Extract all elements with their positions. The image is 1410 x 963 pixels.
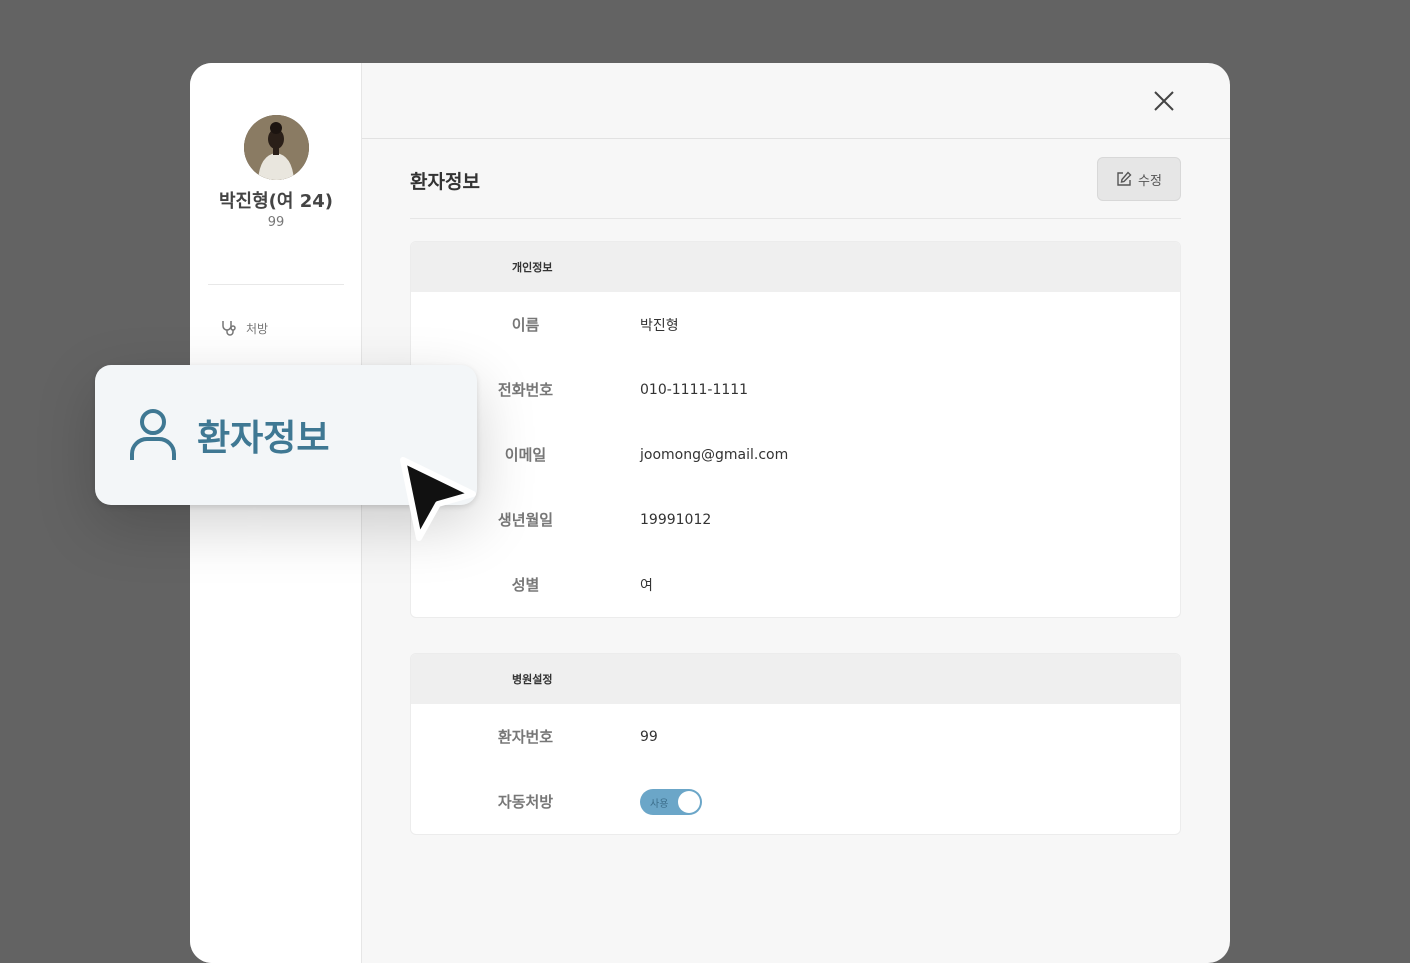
toggle-knob xyxy=(678,790,700,813)
sidebar-divider xyxy=(208,284,344,285)
stethoscope-icon xyxy=(222,321,236,336)
row-label: 성별 xyxy=(511,576,540,594)
hospital-settings-card: 병원설정 환자번호 99 자동처방 사용 xyxy=(410,653,1181,835)
main-panel: 환자정보 수정 개인정보 이름 박진형 전화번호 010-1111-1111 이… xyxy=(362,63,1230,963)
page-title: 환자정보 xyxy=(410,171,480,193)
edit-icon xyxy=(1117,171,1132,186)
patient-number: 99 xyxy=(267,215,285,230)
row-value: joomong@gmail.com xyxy=(640,446,789,463)
row-value: 010-1111-1111 xyxy=(640,381,749,398)
row-value: 박진형 xyxy=(640,317,679,334)
top-bar xyxy=(362,63,1230,139)
row-value: 99 xyxy=(640,728,658,745)
sidebar-item-label: 처방 xyxy=(246,321,269,336)
pointer-cursor-icon xyxy=(400,457,476,541)
info-row-gender: 성별 여 xyxy=(411,552,1180,617)
settings-row-auto-prescription: 자동처방 사용 xyxy=(411,769,1180,834)
auto-prescription-toggle[interactable]: 사용 xyxy=(640,788,702,815)
patient-name: 박진형(여 24) xyxy=(218,191,333,212)
info-row-email: 이메일 joomong@gmail.com xyxy=(411,422,1180,487)
toggle-text: 사용 xyxy=(650,798,669,810)
callout-label: 환자정보 xyxy=(197,418,330,459)
row-value: 19991012 xyxy=(640,511,712,528)
hospital-settings-heading: 병원설정 xyxy=(411,654,1180,704)
row-label: 이름 xyxy=(511,316,540,334)
row-value: 여 xyxy=(640,577,653,594)
row-value: 사용 xyxy=(640,788,702,815)
edit-button-label: 수정 xyxy=(1138,173,1162,189)
close-icon xyxy=(1154,91,1174,111)
info-row-birthdate: 생년월일 19991012 xyxy=(411,487,1180,552)
avatar xyxy=(244,115,309,180)
row-label: 환자번호 xyxy=(497,728,554,746)
row-label: 자동처방 xyxy=(497,793,554,811)
settings-row-patient-number: 환자번호 99 xyxy=(411,704,1180,769)
personal-info-card: 개인정보 이름 박진형 전화번호 010-1111-1111 이메일 joomo… xyxy=(410,241,1181,618)
edit-button[interactable]: 수정 xyxy=(1097,157,1181,201)
info-row-phone: 전화번호 010-1111-1111 xyxy=(411,357,1180,422)
user-icon xyxy=(130,409,176,460)
personal-info-heading: 개인정보 xyxy=(411,242,1180,292)
sidebar-item-prescription[interactable]: 처방 xyxy=(220,319,268,337)
patient-modal: 박진형(여 24) 99 처방 환자정보 수정 개인정보 이름 박진형 전화번호… xyxy=(190,63,1230,963)
sidebar: 박진형(여 24) 99 처방 xyxy=(190,63,362,963)
info-row-name: 이름 박진형 xyxy=(411,292,1180,357)
title-divider xyxy=(410,218,1181,219)
close-button[interactable] xyxy=(1152,89,1176,113)
